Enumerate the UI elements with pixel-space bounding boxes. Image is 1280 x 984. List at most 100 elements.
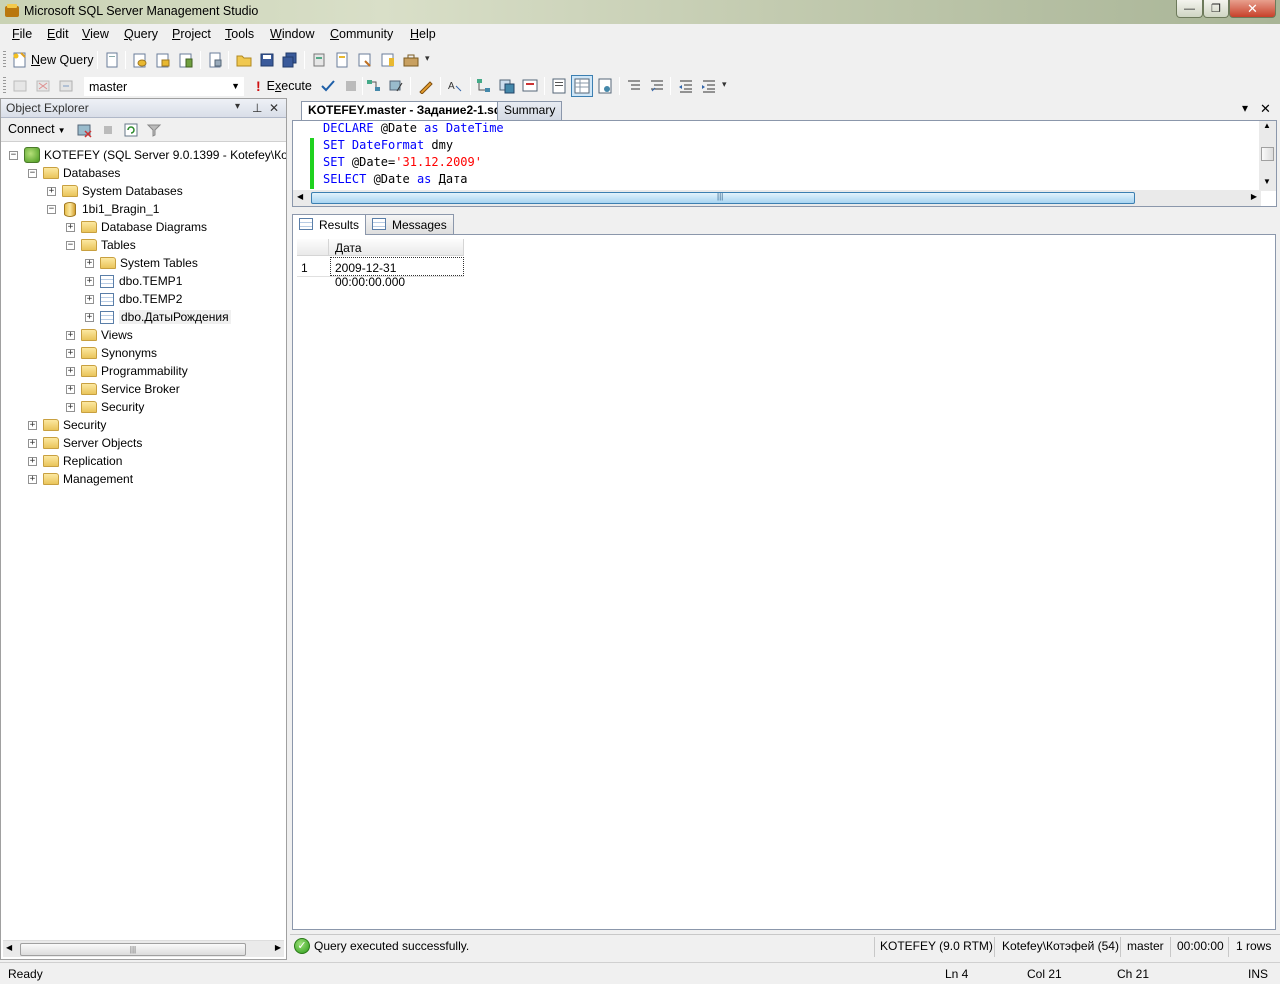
- execute-button[interactable]: ! Execute: [256, 77, 312, 95]
- results-to-text-icon[interactable]: [551, 78, 567, 94]
- tab-summary[interactable]: Summary: [497, 101, 563, 120]
- toolbar-grip[interactable]: [3, 51, 6, 69]
- cancel-query-icon[interactable]: [343, 78, 359, 94]
- new-query-button[interactable]: New Query: [12, 51, 94, 69]
- results-to-icon[interactable]: [522, 78, 538, 94]
- tree-node-server[interactable]: − KOTEFEY (SQL Server 9.0.1399 - Kotefey\…: [9, 146, 286, 164]
- results-grid[interactable]: Дата 1 2009-12-31 00:00:00.000: [292, 234, 1276, 930]
- filter-icon[interactable]: [146, 122, 162, 138]
- uncomment-icon[interactable]: [649, 78, 665, 94]
- menu-view[interactable]: View: [82, 27, 109, 41]
- tree-node-views[interactable]: + Views: [66, 326, 133, 344]
- database-select[interactable]: master ▼: [84, 77, 244, 96]
- include-actual-plan-icon[interactable]: [476, 78, 492, 94]
- registered-servers-icon[interactable]: [311, 52, 327, 68]
- results-to-file-icon[interactable]: [597, 78, 613, 94]
- mobile-query-icon[interactable]: [178, 52, 194, 68]
- connect-icon[interactable]: [12, 78, 28, 94]
- tree-node-table-temp2[interactable]: + dbo.TEMP2: [85, 290, 182, 308]
- decrease-indent-icon[interactable]: [678, 78, 694, 94]
- tree-node-database-diagrams[interactable]: + Database Diagrams: [66, 218, 207, 236]
- intellisense-icon[interactable]: A: [447, 78, 463, 94]
- menu-project[interactable]: Project: [172, 27, 211, 41]
- tree-node-replication[interactable]: + Replication: [28, 452, 122, 470]
- scroll-right-icon[interactable]: ▶: [275, 943, 281, 952]
- open-folder-icon[interactable]: [236, 52, 252, 68]
- menu-query[interactable]: Query: [124, 27, 158, 41]
- menu-edit[interactable]: Edit: [47, 27, 69, 41]
- menu-help[interactable]: Help: [410, 27, 436, 41]
- tab-list-dropdown-icon[interactable]: ▾: [1242, 101, 1248, 115]
- menu-community[interactable]: Community: [330, 27, 393, 41]
- tree-node-database[interactable]: −1bi1_Bragin_1: [47, 200, 159, 218]
- tree-node-management[interactable]: + Management: [28, 470, 133, 488]
- tab-messages[interactable]: Messages: [365, 214, 454, 234]
- object-explorer-icon[interactable]: [334, 52, 350, 68]
- scroll-left-icon[interactable]: ◀: [297, 192, 303, 201]
- tree-node-tables[interactable]: − Tables: [66, 236, 136, 254]
- tree-node-security[interactable]: + Security: [28, 416, 106, 434]
- specify-values-icon[interactable]: [418, 78, 434, 94]
- tree-node-table-temp1[interactable]: + dbo.TEMP1: [85, 272, 182, 290]
- tree-node-programmability[interactable]: + Programmability: [66, 362, 188, 380]
- object-explorer-hscrollbar[interactable]: ◀ ||| ▶: [3, 940, 284, 957]
- comment-out-icon[interactable]: [626, 78, 642, 94]
- toolbox-icon[interactable]: [403, 52, 419, 68]
- scroll-thumb[interactable]: |||: [20, 943, 246, 956]
- menu-tools[interactable]: Tools: [225, 27, 254, 41]
- tree-node-synonyms[interactable]: + Synonyms: [66, 344, 157, 362]
- tree-node-table-birthdays[interactable]: + dbo.ДатыРождения: [85, 308, 231, 326]
- disconnect-icon[interactable]: [35, 78, 51, 94]
- analysis-services-query-icon[interactable]: [155, 52, 171, 68]
- disconnect-server-icon[interactable]: [77, 122, 93, 138]
- scroll-thumb[interactable]: [1261, 147, 1274, 161]
- scroll-thumb[interactable]: |||: [311, 192, 1135, 204]
- query-designer-icon[interactable]: [389, 78, 405, 94]
- toolbar-grip[interactable]: [3, 77, 6, 95]
- close-tab-icon[interactable]: ✕: [1260, 101, 1271, 117]
- parse-checkmark-icon[interactable]: [320, 78, 336, 94]
- new-file-icon[interactable]: [104, 52, 120, 68]
- tree-node-system-databases[interactable]: + System Databases: [47, 182, 183, 200]
- increase-indent-icon[interactable]: [701, 78, 717, 94]
- menu-window[interactable]: Window: [270, 27, 314, 41]
- pin-icon[interactable]: ⊥: [252, 101, 262, 115]
- connect-dropdown[interactable]: Connect ▼: [8, 122, 65, 136]
- window-position-icon[interactable]: ▾: [235, 101, 240, 112]
- scroll-up-icon[interactable]: ▲: [1263, 121, 1271, 130]
- properties-window-icon[interactable]: [380, 52, 396, 68]
- save-icon[interactable]: [259, 52, 275, 68]
- scroll-right-icon[interactable]: ▶: [1251, 192, 1257, 201]
- menu-file[interactable]: File: [12, 27, 32, 41]
- close-panel-icon[interactable]: ✕: [269, 101, 279, 115]
- save-all-icon[interactable]: [282, 52, 298, 68]
- tree-node-db-security[interactable]: + Security: [66, 398, 144, 416]
- scroll-down-icon[interactable]: ▼: [1263, 177, 1271, 186]
- close-window-button[interactable]: ✕: [1229, 0, 1276, 18]
- tab-results[interactable]: Results: [292, 214, 367, 235]
- query-file-icon[interactable]: [207, 52, 223, 68]
- sql-editor[interactable]: DECLARE @Date as DateTime SET DateFormat…: [292, 120, 1277, 207]
- tree-node-service-broker[interactable]: + Service Broker: [66, 380, 180, 398]
- change-connection-icon[interactable]: [58, 78, 74, 94]
- editor-hscrollbar[interactable]: ◀ ||| ▶: [293, 190, 1261, 206]
- database-engine-query-icon[interactable]: [132, 52, 148, 68]
- tree-node-databases[interactable]: − Databases: [28, 164, 120, 182]
- stop-icon[interactable]: [100, 122, 116, 138]
- results-to-grid-button[interactable]: [571, 75, 593, 97]
- minimize-button[interactable]: —: [1176, 0, 1203, 18]
- maximize-button[interactable]: ❐: [1203, 0, 1229, 18]
- toolbar-overflow[interactable]: ▾: [722, 79, 732, 97]
- table-cell[interactable]: 2009-12-31 00:00:00.000: [330, 257, 464, 289]
- scroll-left-icon[interactable]: ◀: [6, 943, 12, 952]
- toolbar-overflow[interactable]: ▾: [425, 53, 435, 71]
- template-explorer-icon[interactable]: [357, 52, 373, 68]
- refresh-icon[interactable]: [123, 122, 139, 138]
- editor-vscrollbar[interactable]: ▲ ▼: [1259, 121, 1276, 191]
- client-statistics-icon[interactable]: [499, 78, 515, 94]
- tree-node-server-objects[interactable]: + Server Objects: [28, 434, 142, 452]
- column-header[interactable]: Дата: [329, 239, 464, 256]
- tree-node-system-tables[interactable]: + System Tables: [85, 254, 198, 272]
- tab-query-file[interactable]: KOTEFEY.master - Задание2-1.sql: [301, 101, 512, 120]
- display-estimated-plan-icon[interactable]: [366, 78, 382, 94]
